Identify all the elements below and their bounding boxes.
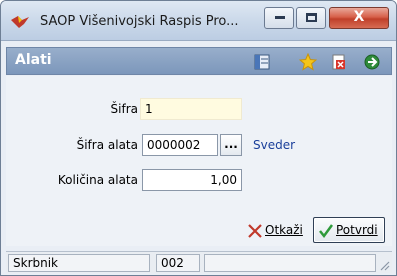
cancel-button[interactable]: Otkaži [242, 217, 308, 243]
minimize-icon [275, 16, 285, 19]
red-x-icon [248, 224, 262, 238]
favorite-star-icon[interactable] [299, 53, 317, 71]
form-title: Alati [15, 52, 52, 68]
sifra-alata-browse-button[interactable]: ... [220, 134, 242, 156]
minimize-button[interactable] [264, 7, 294, 29]
resize-grip-icon[interactable] [378, 259, 390, 271]
kolicina-alata-input[interactable]: 1,00 [142, 169, 242, 191]
confirm-button[interactable]: Potvrdi [313, 217, 385, 243]
maximize-button[interactable] [296, 7, 326, 29]
kolicina-alata-label: Količina alata [57, 173, 138, 187]
tool-description-link[interactable]: Sveder [253, 138, 295, 152]
bird-logo-icon [11, 16, 29, 28]
title-bar[interactable]: SAOP Višenivojski Raspis Pro... X [1, 1, 396, 41]
maximize-icon [306, 13, 317, 22]
window-title: SAOP Višenivojski Raspis Pro... [40, 14, 239, 29]
form-area: Šifra 1 Šifra alata 0000002 ... Sveder K… [6, 76, 392, 246]
layout-icon[interactable] [253, 53, 271, 71]
status-empty-cell [204, 254, 376, 272]
exit-icon[interactable] [363, 53, 381, 71]
close-button[interactable]: X [329, 7, 389, 29]
sifra-label: Šifra [110, 102, 138, 116]
status-value: 002 [156, 254, 200, 272]
form-header: Alati [6, 47, 392, 75]
sifra-input[interactable]: 1 [140, 98, 242, 120]
green-checkmark-icon [319, 224, 334, 239]
status-label: Skrbnik [8, 254, 150, 272]
confirm-label: Potvrdi [336, 223, 378, 237]
close-icon: X [353, 9, 365, 25]
sifra-alata-label: Šifra alata [76, 138, 138, 152]
document-delete-icon[interactable] [330, 53, 348, 71]
sifra-alata-input[interactable]: 0000002 [142, 134, 218, 156]
dialog-window: SAOP Višenivojski Raspis Pro... X Alati [0, 0, 397, 276]
cancel-label: Otkaži [265, 223, 303, 237]
status-bar: Skrbnik 002 [6, 251, 392, 273]
